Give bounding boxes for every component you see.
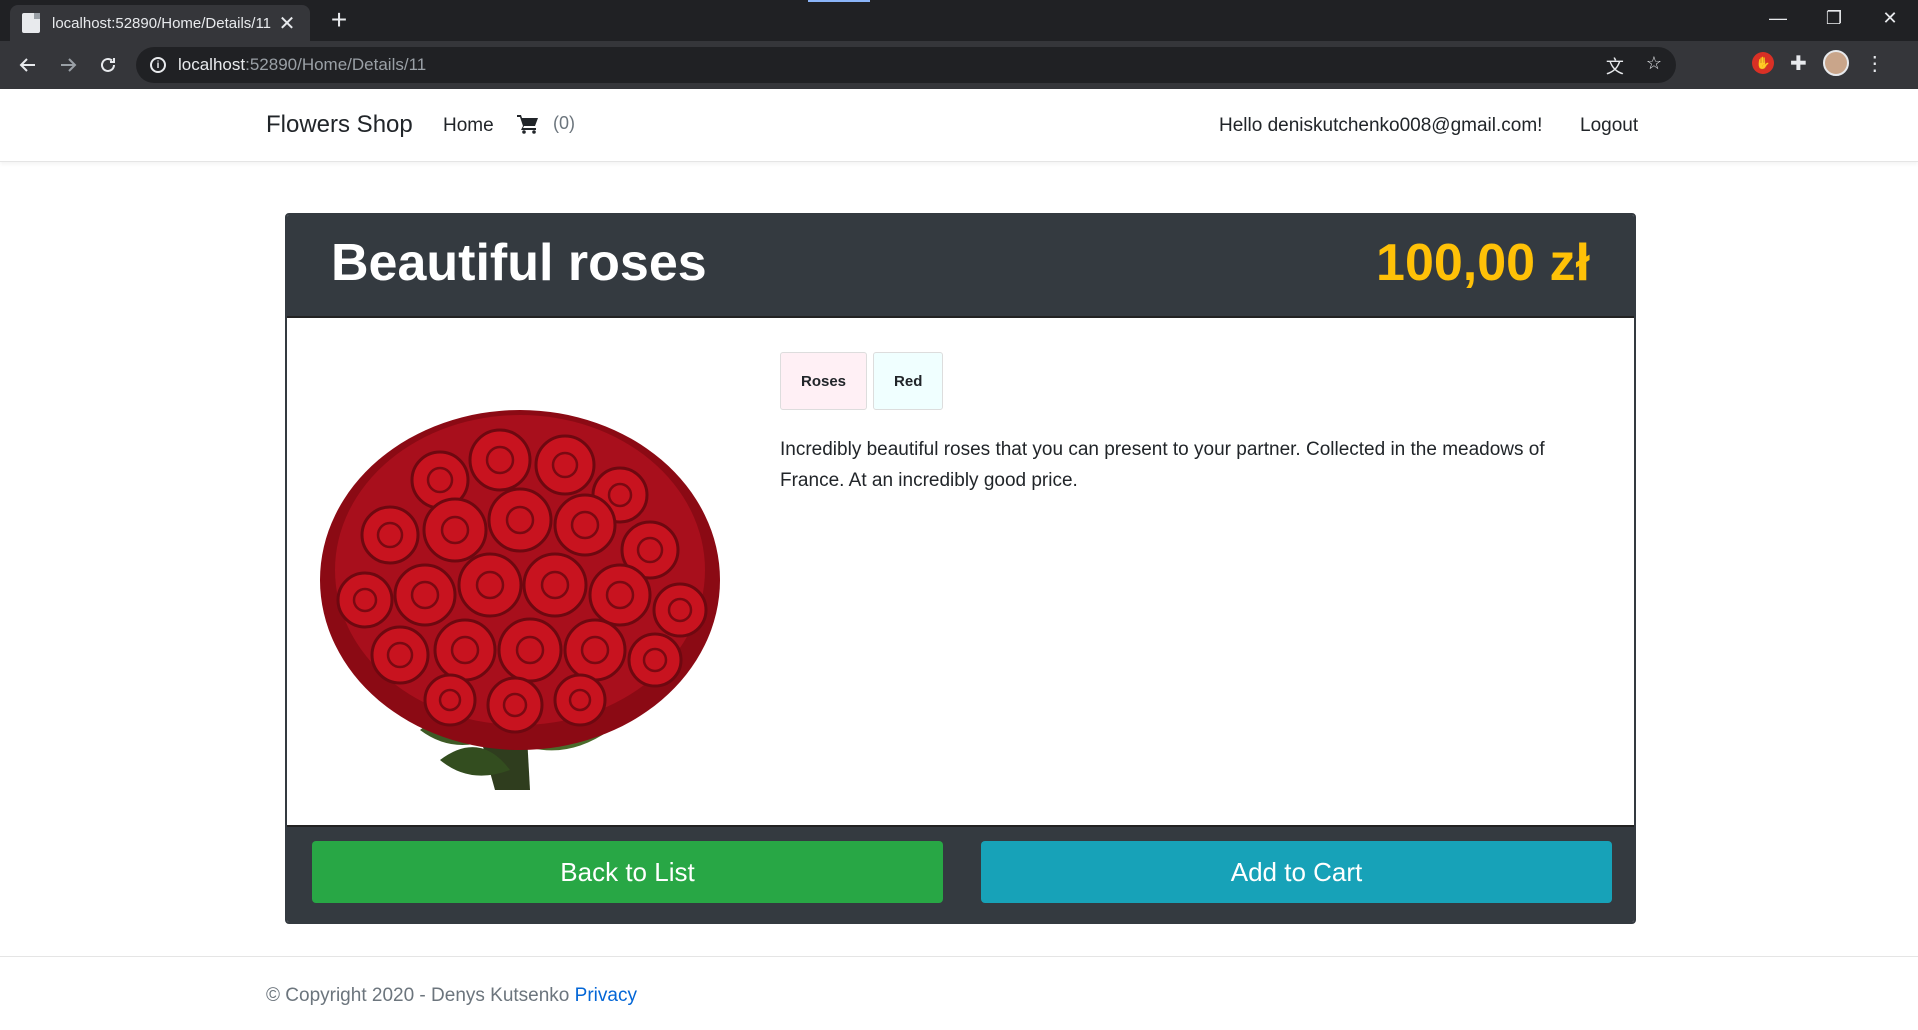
tab-title: localhost:52890/Home/Details/11 bbox=[52, 14, 272, 32]
plus-icon[interactable]: + bbox=[322, 6, 356, 36]
tag-category: Roses bbox=[780, 352, 868, 410]
browser-toolbar: i localhost:52890/Home/Details/11 文 ☆ ✋ … bbox=[0, 41, 1918, 89]
cart-count: (0) bbox=[553, 113, 575, 133]
brand-link[interactable]: Flowers Shop bbox=[266, 111, 413, 139]
restore-button[interactable]: ❐ bbox=[1806, 0, 1862, 36]
product-price: 100,00 zł bbox=[1376, 234, 1590, 292]
product-header: Beautiful roses 100,00 zł bbox=[287, 215, 1634, 316]
product-card: Beautiful roses 100,00 zł Roses Red Incr… bbox=[285, 213, 1636, 924]
back-to-list-button[interactable]: Back to List bbox=[312, 841, 943, 903]
copyright: © Copyright 2020 - Denys Kutsenko Privac… bbox=[266, 985, 637, 1007]
profile-avatar-icon[interactable] bbox=[1822, 50, 1849, 76]
add-to-cart-button[interactable]: Add to Cart bbox=[981, 841, 1612, 903]
window-controls: — ❐ ✕ bbox=[1750, 0, 1918, 36]
site-footer: © Copyright 2020 - Denys Kutsenko Privac… bbox=[0, 956, 1918, 1030]
tag-color: Red bbox=[873, 352, 944, 410]
product-image bbox=[320, 400, 730, 790]
copyright-text: © Copyright 2020 - Denys Kutsenko bbox=[266, 985, 570, 1006]
nav-cart-link[interactable]: (0) bbox=[517, 113, 575, 134]
privacy-link[interactable]: Privacy bbox=[575, 985, 637, 1006]
nav-home-link[interactable]: Home bbox=[443, 115, 494, 137]
url-host: localhost bbox=[178, 55, 246, 74]
info-icon[interactable]: i bbox=[150, 57, 166, 73]
stop-extension-icon[interactable]: ✋ bbox=[1752, 52, 1774, 74]
user-greeting: Hello deniskutchenko008@gmail.com! bbox=[1219, 115, 1543, 136]
minimize-button[interactable]: — bbox=[1750, 0, 1806, 36]
close-icon[interactable]: ✕ bbox=[276, 11, 298, 36]
product-body: Roses Red Incredibly beautiful roses tha… bbox=[287, 316, 1634, 825]
star-icon[interactable]: ☆ bbox=[1646, 53, 1662, 79]
tab-strip-accent bbox=[808, 0, 870, 2]
extensions-area: ✋ ✚ ⋮ bbox=[1752, 50, 1885, 76]
product-tags: Roses Red bbox=[780, 352, 944, 410]
puzzle-icon[interactable]: ✚ bbox=[1790, 51, 1807, 76]
window-close-button[interactable]: ✕ bbox=[1862, 0, 1918, 36]
forward-arrow-icon[interactable] bbox=[52, 50, 84, 80]
back-arrow-icon[interactable] bbox=[12, 50, 44, 80]
product-actions: Back to List Add to Cart bbox=[287, 825, 1634, 922]
product-title: Beautiful roses bbox=[331, 234, 707, 292]
kebab-menu-icon[interactable]: ⋮ bbox=[1865, 51, 1885, 76]
logout-link[interactable]: Logout bbox=[1580, 115, 1638, 137]
site-navbar: Flowers Shop Home (0) Hello deniskutchen… bbox=[0, 89, 1918, 162]
browser-tab-bar: localhost:52890/Home/Details/11 ✕ + — ❐ … bbox=[0, 0, 1918, 41]
product-description: Incredibly beautiful roses that you can … bbox=[780, 439, 1545, 491]
address-bar[interactable]: i localhost:52890/Home/Details/11 文 ☆ bbox=[136, 47, 1676, 83]
browser-tab[interactable]: localhost:52890/Home/Details/11 ✕ bbox=[10, 5, 310, 41]
address-bar-actions: 文 ☆ bbox=[1606, 53, 1662, 79]
page-favicon-icon bbox=[22, 13, 40, 33]
translate-icon[interactable]: 文 bbox=[1606, 53, 1624, 79]
reload-icon[interactable] bbox=[92, 50, 124, 80]
url-path: :52890/Home/Details/11 bbox=[245, 55, 427, 74]
cart-icon bbox=[517, 114, 538, 134]
